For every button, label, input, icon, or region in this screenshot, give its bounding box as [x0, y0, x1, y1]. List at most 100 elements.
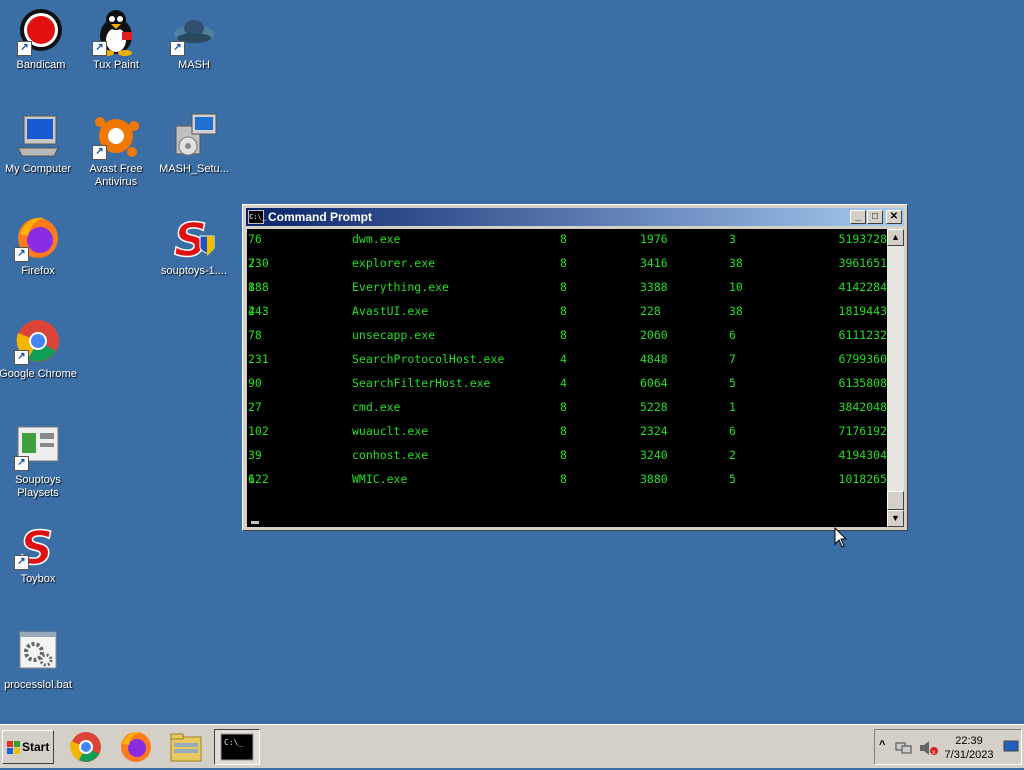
- svg-text:x: x: [932, 749, 936, 756]
- process-row: 102 wuauclt.exe 8 2324 6 7176192: [247, 421, 887, 445]
- desktop-icon-label: processlol.bat: [4, 679, 72, 691]
- firefox-icon: [121, 731, 151, 762]
- priority: 8: [560, 328, 567, 342]
- parent-process-id: 3240: [640, 448, 668, 462]
- process-id: 90: [248, 376, 262, 390]
- desktop-icon-mash[interactable]: ↗ MASH: [153, 8, 235, 72]
- scrollbar-thumb[interactable]: [887, 491, 904, 510]
- folder-icon: [170, 733, 202, 762]
- desktop-icon-toybox[interactable]: S ↗ Toybox: [0, 520, 79, 586]
- process-id: 76: [248, 232, 262, 246]
- shortcut-arrow-icon: ↗: [170, 41, 185, 56]
- process-row: 27 cmd.exe 8 5228 1 3842048: [247, 397, 887, 421]
- show-desktop-icon[interactable]: [1003, 740, 1019, 754]
- desktop-icon-souptoys[interactable]: S souptoys-1....: [153, 212, 235, 278]
- process-row: 90 SearchFilterHost.exe 4 6064 5 6135808: [247, 373, 887, 397]
- taskbar-file-explorer[interactable]: [168, 729, 206, 765]
- desktop-icon-label: souptoys-1....: [160, 265, 228, 277]
- priority: 4: [560, 352, 567, 366]
- desktop-icon-tux-paint[interactable]: ↗ Tux Paint: [75, 8, 157, 72]
- desktop-icon-label: Tux Paint: [92, 59, 140, 71]
- show-hidden-icons-chevron-icon[interactable]: ^: [879, 739, 885, 751]
- wrapped-digit: 2: [248, 256, 255, 270]
- process-name: SearchFilterHost.exe: [352, 376, 491, 390]
- scroll-up-arrow-icon[interactable]: ▲: [887, 229, 904, 246]
- installer-icon: [170, 112, 218, 160]
- window-title: Command Prompt: [268, 210, 373, 224]
- batch-file-gear-icon: [14, 628, 62, 676]
- process-id: 27: [248, 400, 262, 414]
- maximize-button[interactable]: □: [867, 210, 883, 224]
- computer-icon: [14, 112, 62, 160]
- thread-count: 5: [729, 376, 736, 390]
- wrapped-digit: 6: [248, 472, 255, 486]
- taskbar: Start C:\_ ^ x 22:39 7/31/2023: [0, 724, 1024, 768]
- desktop-icon-label: MASH: [178, 59, 210, 71]
- vertical-scrollbar[interactable]: ▲ ▼: [887, 229, 904, 527]
- clock-time: 22:39: [955, 735, 983, 747]
- desktop-icon-bandicam[interactable]: ↗ Bandicam: [0, 8, 82, 72]
- process-name: Everything.exe: [352, 280, 449, 294]
- process-id: 231: [248, 352, 269, 366]
- process-row: 78 unsecapp.exe 8 2060 6 6111232: [247, 325, 887, 349]
- thread-count: 10: [729, 280, 743, 294]
- desktop-icon-avast[interactable]: ↗ Avast Free Antivirus: [75, 112, 157, 189]
- priority: 8: [560, 256, 567, 270]
- parent-process-id: 6064: [640, 376, 668, 390]
- priority: 8: [560, 400, 567, 414]
- taskbar-command-prompt[interactable]: C:\_: [214, 729, 260, 765]
- wrapped-digit: 2: [248, 304, 255, 318]
- process-id: 78: [248, 328, 262, 342]
- memory: 1819443: [838, 304, 887, 318]
- priority: 8: [560, 232, 567, 246]
- cmd-window-icon: C:\_: [248, 210, 266, 224]
- priority: 8: [560, 424, 567, 438]
- close-button[interactable]: ✕: [886, 210, 902, 224]
- tux-penguin-icon: ↗: [92, 8, 140, 56]
- thread-count: 3: [729, 232, 736, 246]
- desktop-icon-firefox[interactable]: ↗ Firefox: [0, 214, 79, 278]
- thread-count: 2: [729, 448, 736, 462]
- console-output[interactable]: 76 dwm.exe 8 1976 3 5193728 730 explorer.exe 8 34…: [247, 229, 887, 527]
- command-prompt-window[interactable]: C:\_ Command Prompt _ □ ✕ 76 dwm.exe 8 1976…: [242, 204, 908, 531]
- bandicam-icon: ↗: [17, 8, 65, 56]
- start-button[interactable]: Start: [2, 730, 54, 764]
- process-name: WMIC.exe: [352, 472, 408, 486]
- taskbar-firefox[interactable]: [118, 729, 156, 765]
- system-clock[interactable]: 22:39 7/31/2023: [939, 734, 999, 762]
- parent-process-id: 1976: [640, 232, 668, 246]
- volume-muted-icon[interactable]: x: [919, 740, 939, 756]
- desktop-icon-label: Google Chrome: [0, 368, 77, 380]
- scroll-down-arrow-icon[interactable]: ▼: [887, 510, 904, 527]
- toybox-icon: S ↗: [14, 520, 62, 576]
- desktop-icon-processlol-bat[interactable]: processlol.bat: [0, 628, 79, 692]
- minimize-button[interactable]: _: [850, 210, 866, 224]
- memory: 3842048: [838, 400, 887, 414]
- memory: 3961651: [838, 256, 887, 270]
- process-row: 76 dwm.exe 8 1976 3 5193728: [247, 229, 887, 253]
- desktop-icon-souptoys-playsets[interactable]: ↗ Souptoys Playsets: [0, 423, 79, 500]
- cmd-icon: C:\_: [220, 733, 254, 761]
- shortcut-arrow-icon: ↗: [92, 41, 107, 56]
- shortcut-arrow-icon: ↗: [92, 145, 107, 160]
- process-row: 730 explorer.exe 8 3416 38 3961651 2: [247, 253, 887, 277]
- taskbar-chrome[interactable]: [68, 729, 106, 765]
- chrome-icon: [70, 732, 101, 762]
- windows-flag-icon: [7, 741, 20, 754]
- window-titlebar[interactable]: C:\_ Command Prompt _ □ ✕: [246, 208, 904, 226]
- network-icon[interactable]: [895, 740, 913, 756]
- desktop-icon-google-chrome[interactable]: ↗ Google Chrome: [0, 317, 79, 381]
- desktop-icon-label: Souptoys Playsets: [15, 474, 61, 499]
- process-name: wuauclt.exe: [352, 424, 429, 438]
- process-row: 122 WMIC.exe 8 3880 5 1018265 6: [247, 469, 887, 493]
- shortcut-arrow-icon: ↗: [14, 350, 29, 365]
- parent-process-id: 2324: [640, 424, 668, 438]
- parent-process-id: 3880: [640, 472, 668, 486]
- process-id: 39: [248, 448, 262, 462]
- desktop-icon-mash-setup[interactable]: MASH_Setu...: [153, 112, 235, 176]
- thread-count: 1: [729, 400, 736, 414]
- start-label: Start: [22, 740, 50, 754]
- memory: 4142284: [838, 280, 887, 294]
- desktop-icon-my-computer[interactable]: My Computer: [0, 112, 79, 176]
- process-name: SearchProtocolHost.exe: [352, 352, 505, 366]
